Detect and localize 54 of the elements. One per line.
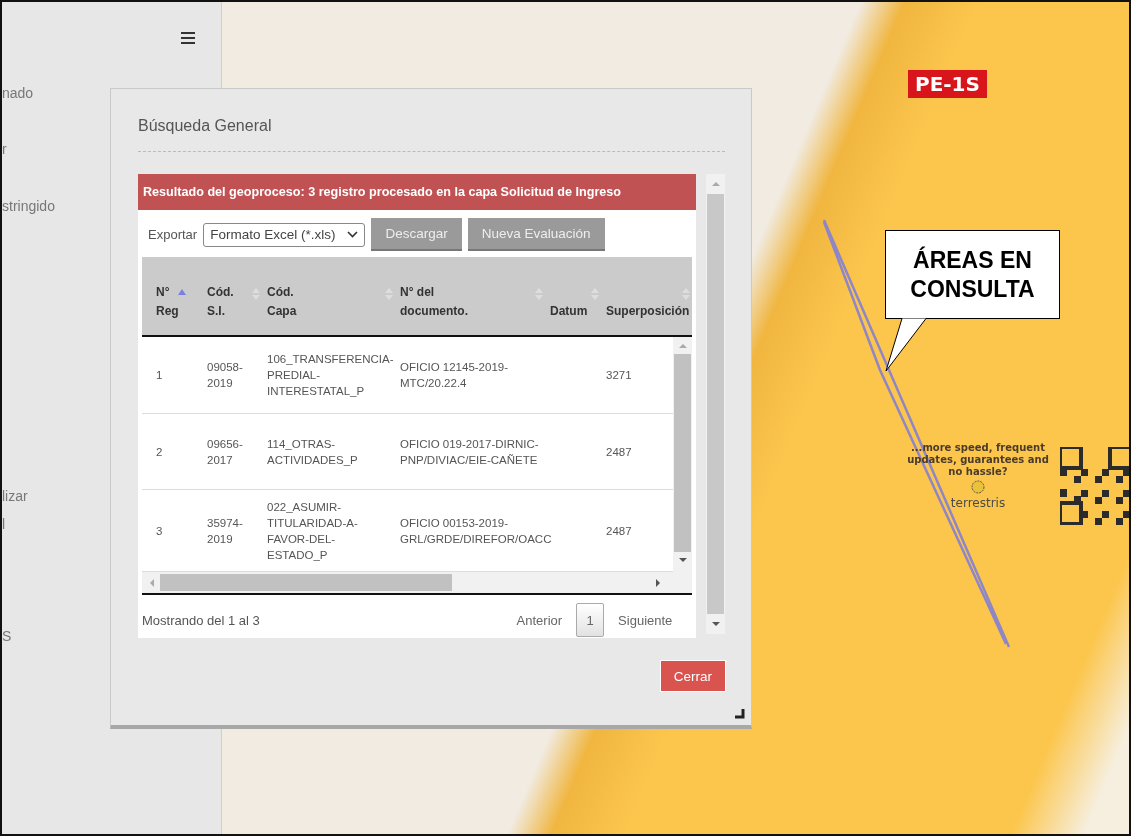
scroll-left-icon[interactable] (148, 578, 156, 587)
sidebar-item[interactable]: r (2, 139, 7, 159)
chevron-down-icon (347, 231, 359, 238)
column-header[interactable]: Datum (550, 257, 606, 335)
table-cell-text: 114_OTRAS- ACTIVIDADES_P (267, 436, 359, 468)
scroll-up-icon[interactable] (678, 342, 687, 350)
sidebar-item[interactable]: S (2, 626, 12, 646)
table-cell-text: 3 (155, 523, 164, 539)
column-header[interactable]: Cód. S.I. (207, 257, 267, 335)
scroll-down-icon[interactable] (711, 620, 720, 628)
table-cell-text: 1 (155, 368, 164, 383)
table-cell-text: 106_TRANSFERENCIA- PREDIAL- INTERESTATAL_P (267, 352, 395, 399)
column-header[interactable]: N° Reg (142, 257, 207, 335)
close-button[interactable]: Cerrar (659, 660, 726, 692)
resize-handle-icon[interactable] (735, 709, 745, 719)
globe-icon (969, 480, 987, 494)
qr-code-icon (1060, 447, 1129, 525)
scroll-down-icon[interactable] (678, 556, 687, 564)
table-cell-text: 09058- 2019 (207, 360, 244, 391)
previous-link[interactable]: Anterior (502, 612, 577, 628)
scroll-right-icon[interactable] (654, 578, 663, 587)
ad-brand: terrestris (950, 496, 1006, 510)
table-info: Mostrando del 1 al 3 (142, 612, 261, 628)
table-cell-text: 35974- 2019 (207, 515, 244, 547)
vertical-scrollbar[interactable] (673, 337, 693, 572)
column-header[interactable]: Superposición (606, 257, 693, 335)
table-cell-text: OFICIO 12145-2019- MTC/20.22.4 (400, 360, 510, 391)
route-badge: PE-1S (908, 70, 987, 98)
page-button[interactable]: 1 (576, 603, 605, 637)
result-header: Resultado del geoproceso: 3 registro procesado en la capa Solicitud de Ingreso (138, 174, 697, 210)
horizontal-scrollbar[interactable] (142, 572, 693, 595)
table-cell-text: 2 (155, 444, 164, 460)
dialog-title: Búsqueda General (138, 117, 272, 135)
scroll-up-icon[interactable] (711, 180, 720, 188)
sidebar-item[interactable]: nado (2, 83, 34, 103)
table-cell-text: 09656- 2017 (207, 436, 244, 468)
dialog-scrollbar[interactable] (706, 174, 725, 634)
column-header[interactable]: Cód. Capa (267, 257, 400, 335)
table-cell-text: 022_ASUMIR- TITULARIDAD-A- FAVOR-DEL- ESTADO_P (267, 499, 359, 563)
sort-icon[interactable] (681, 287, 692, 301)
sidebar-item[interactable]: stringido (2, 196, 55, 216)
sidebar-item[interactable]: l (2, 514, 6, 534)
next-link[interactable]: Siguiente (604, 612, 687, 628)
table-cell-text: OFICIO 00153-2019- GRL/GRDE/DIREFOR/OACC (400, 515, 550, 547)
column-header[interactable]: N° del documento. (400, 257, 550, 335)
table-cell-text: OFICIO 019-2017-DIRNIC- PNP/DIVIAC/EIE-CAÑETE (400, 436, 540, 468)
export-label: Exportar (148, 227, 198, 242)
table-cell-text: 2487 (606, 523, 633, 539)
table-cell-text: 2487 (606, 444, 633, 460)
callout-text: ÁREAS EN CONSULTA (909, 245, 1036, 304)
format-select[interactable]: Formato Excel (*.xls) (203, 222, 366, 247)
sidebar-item[interactable]: lizar (2, 486, 28, 506)
menu-icon[interactable] (181, 32, 195, 44)
table-cell-text: 3271 (606, 368, 633, 383)
